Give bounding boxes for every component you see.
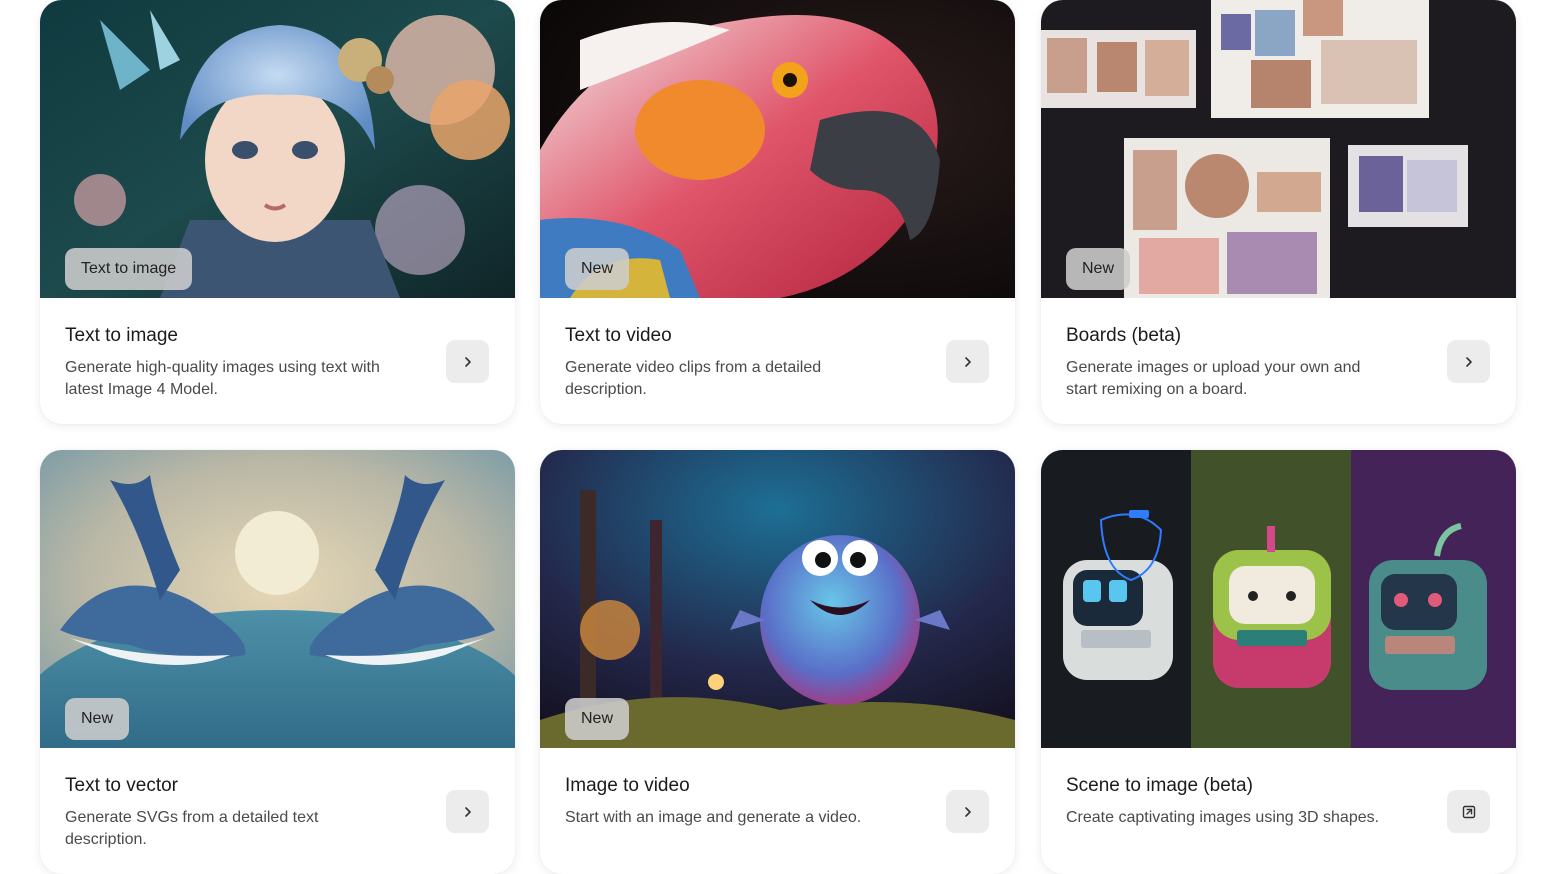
card-title: Text to vector: [65, 775, 178, 796]
card-text-to-vector[interactable]: New Text to vector Generate SVGs from a …: [40, 450, 515, 874]
external-link-icon: [1462, 805, 1475, 818]
card-description: Generate high-quality images using text …: [65, 359, 380, 398]
card-badge: New: [65, 698, 130, 740]
open-image-to-video-button[interactable]: [946, 790, 989, 833]
card-description: Generate video clips from a detailed des…: [565, 359, 822, 398]
card-image-knitted-robots: [1041, 450, 1516, 748]
card-image-fluffy-monster: New: [540, 450, 1015, 748]
card-title: Boards (beta): [1066, 325, 1182, 346]
card-description: Create captivating images using 3D shape…: [1066, 809, 1380, 826]
open-text-to-vector-button[interactable]: [446, 790, 489, 833]
card-badge: New: [565, 698, 630, 740]
card-title: Image to video: [565, 775, 690, 796]
card-description: Start with an image and generate a video…: [565, 809, 862, 826]
open-boards-button[interactable]: [1447, 340, 1490, 383]
card-badge: New: [565, 248, 630, 290]
card-image-moodboard: New: [1041, 0, 1516, 298]
card-title: Text to video: [565, 325, 672, 346]
card-text-to-video[interactable]: New Text to video Generate video clips f…: [540, 0, 1015, 424]
card-text-to-image[interactable]: Text to image Text to image Generate hig…: [40, 0, 515, 424]
card-description: Generate images or upload your own and s…: [1066, 359, 1361, 398]
card-title: Scene to image (beta): [1066, 775, 1253, 796]
card-image-whales: New: [40, 450, 515, 748]
chevron-right-icon: [964, 356, 971, 367]
card-description: Generate SVGs from a detailed text descr…: [65, 809, 319, 848]
chevron-right-icon: [964, 806, 971, 817]
feature-card-grid: Text to image Text to image Generate hig…: [0, 0, 1555, 874]
card-image-parrot: New: [540, 0, 1015, 298]
chevron-right-icon: [464, 356, 471, 367]
card-badge: New: [1066, 248, 1131, 290]
card-image-anime-portrait: Text to image: [40, 0, 515, 298]
chevron-right-icon: [464, 806, 471, 817]
card-scene-to-image-beta[interactable]: Scene to image (beta) Create captivating…: [1041, 450, 1516, 874]
chevron-right-icon: [1465, 356, 1472, 367]
card-title: Text to image: [65, 325, 178, 346]
open-scene-to-image-button[interactable]: [1447, 790, 1490, 833]
open-text-to-image-button[interactable]: [446, 340, 489, 383]
card-badge: Text to image: [65, 248, 193, 290]
card-image-to-video[interactable]: New Image to video Start with an image a…: [540, 450, 1015, 874]
card-boards-beta[interactable]: New Boards (beta) Generate images or upl…: [1041, 0, 1516, 424]
open-text-to-video-button[interactable]: [946, 340, 989, 383]
